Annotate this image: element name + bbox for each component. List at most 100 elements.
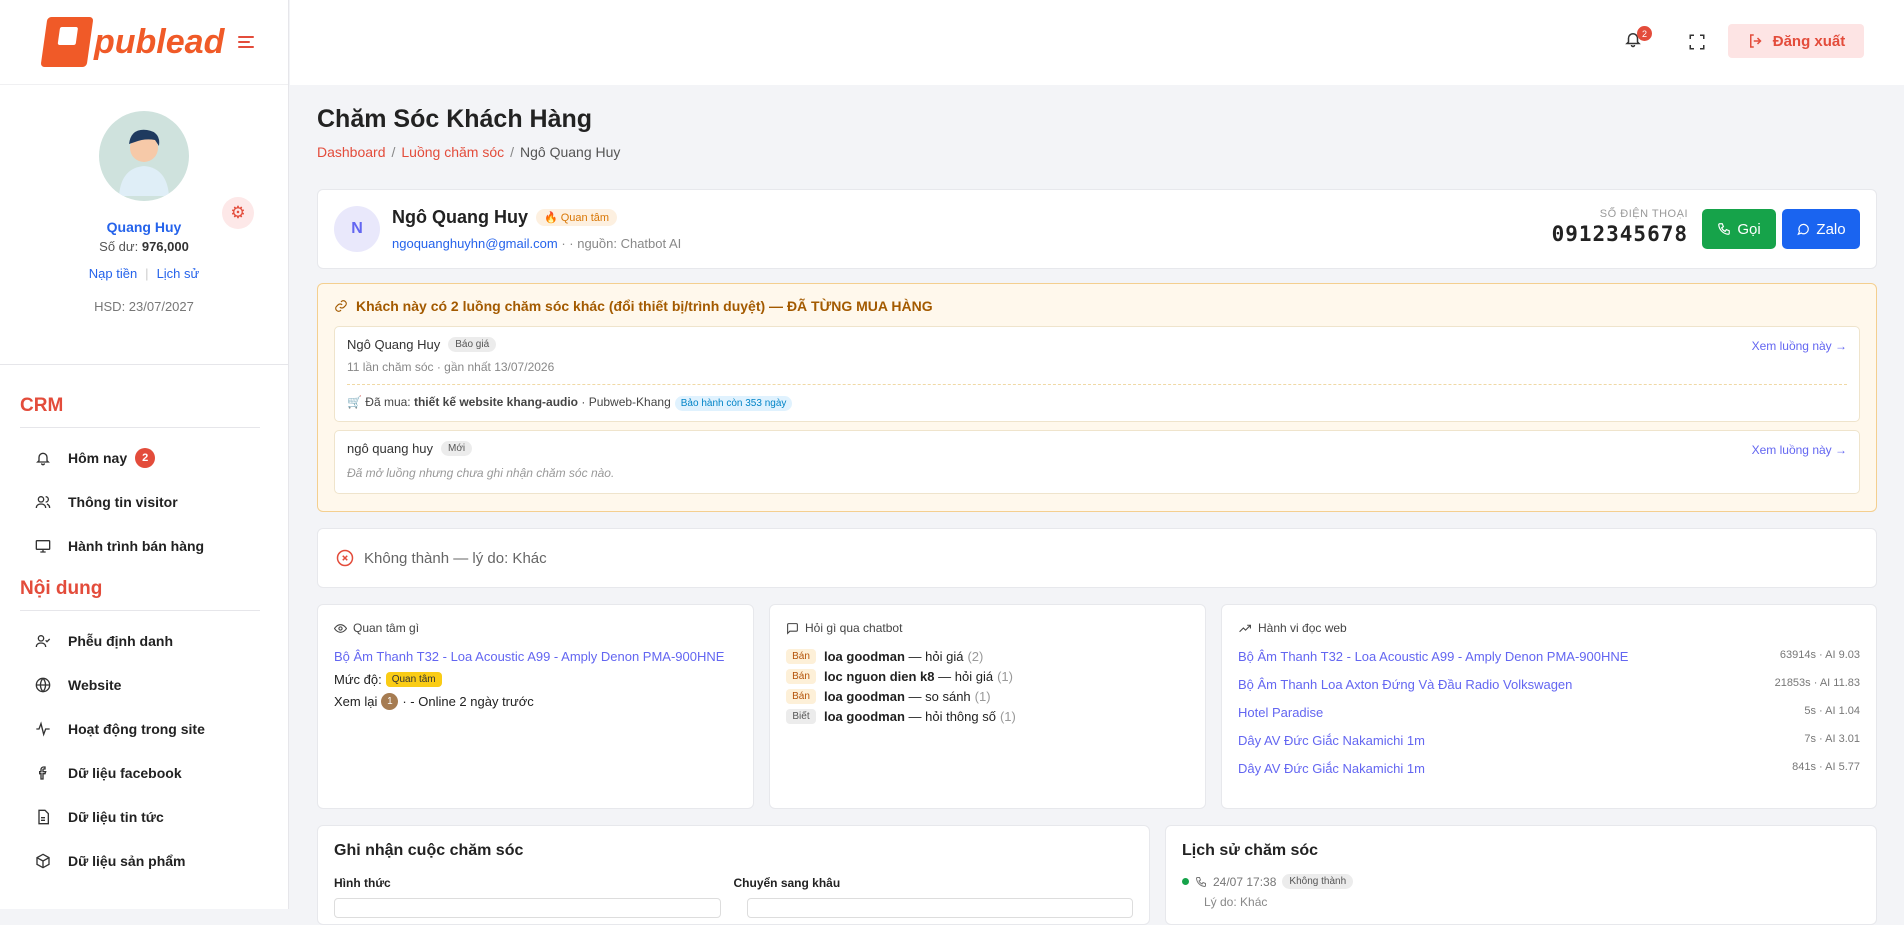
eye-icon xyxy=(334,623,347,633)
purchase-item: thiết kế website khang-audio xyxy=(413,395,579,409)
breadcrumb-dashboard[interactable]: Dashboard xyxy=(317,144,386,160)
flow-tag: Báo giá xyxy=(448,337,497,352)
flow-tag: Mới xyxy=(441,441,473,456)
nav-section-content: Nội dung xyxy=(20,568,260,611)
logout-icon xyxy=(1749,34,1762,48)
logo-bar: publead xyxy=(0,0,288,85)
read-page-link[interactable]: Bộ Âm Thanh T32 - Loa Acoustic A99 - Amp… xyxy=(1238,649,1628,664)
chatbot-question: Bán loa goodman — so sánh (1) xyxy=(786,689,1189,704)
expiry-date: HSD: 23/07/2027 xyxy=(94,299,194,314)
nav-item-products[interactable]: Dữ liệu sản phẩm xyxy=(20,839,260,883)
read-page-link[interactable]: Dây AV Đức Giắc Nakamichi 1m xyxy=(1238,733,1425,748)
flow-meta: 11 lần chăm sóc · gần nhất 13/07/2026 xyxy=(347,360,555,374)
flow-card: ngô quang huy Mới Đã mở luồng nhưng chưa … xyxy=(334,430,1860,494)
side-nav: CRM Hôm nay 2 Thông tin visitor Hành trìn… xyxy=(0,385,288,883)
settings-gear-icon[interactable]: ⚙ xyxy=(222,197,254,229)
form-type-select[interactable] xyxy=(334,898,721,918)
activity-icon xyxy=(34,720,52,738)
interest-tag: 🔥 Quan tâm xyxy=(536,209,618,226)
interest-title: Quan tâm gì xyxy=(353,621,420,635)
page-title: Chăm Sóc Khách Hàng xyxy=(317,105,593,133)
call-button[interactable]: Gọi xyxy=(1702,209,1776,249)
care-history: Lịch sử chăm sóc 24/07 17:38 Không thành … xyxy=(1165,825,1877,925)
reading-item: Dây AV Đức Giắc Nakamichi 1m 841s · AI 5.… xyxy=(1238,761,1860,776)
nav-item-today[interactable]: Hôm nay 2 xyxy=(20,436,260,480)
chatbot-question: Biết loa goodman — hỏi thông số (1) xyxy=(786,709,1189,724)
history-time: 24/07 17:38 xyxy=(1213,874,1277,889)
flow-card: Ngô Quang Huy Báo giá 11 lần chăm sóc · g… xyxy=(334,326,1860,422)
profile-card: ⚙ Quang Huy Số dư: 976,000 Nạp tiền | Lịch… xyxy=(0,85,288,365)
logout-button[interactable]: Đăng xuất xyxy=(1728,24,1864,58)
trending-up-icon xyxy=(1239,624,1251,632)
main-content: Chăm Sóc Khách Hàng Dashboard / Luồng chăm… xyxy=(317,85,1877,925)
history-status-badge: Không thành xyxy=(1282,874,1354,889)
view-flow-link[interactable]: Xem luồng này → xyxy=(1752,443,1847,457)
nav-item-site-activity[interactable]: Hoạt động trong site xyxy=(20,707,260,751)
nav-item-funnel[interactable]: Phễu định danh xyxy=(20,619,260,663)
flow-name: Ngô Quang Huy xyxy=(347,337,441,352)
breadcrumb-care-flow[interactable]: Luồng chăm sóc xyxy=(401,144,504,160)
record-care-form: Ghi nhận cuộc chăm sóc Hình thức Chuyển s… xyxy=(317,825,1150,925)
brand-name[interactable]: publead xyxy=(94,23,224,62)
chatbot-panel: Hỏi gì qua chatbot Bán loa goodman — hỏi … xyxy=(769,604,1206,809)
document-icon xyxy=(34,808,52,826)
breadcrumb-current: Ngô Quang Huy xyxy=(520,144,621,160)
read-page-link[interactable]: Dây AV Đức Giắc Nakamichi 1m xyxy=(1238,761,1425,776)
sidebar: publead ⚙ Quang Huy Số dư: 976,000 Nạp t… xyxy=(0,0,289,909)
brand-logo-icon xyxy=(40,17,94,67)
nav-section-crm: CRM xyxy=(20,385,260,428)
customer-card: N Ngô Quang Huy 🔥 Quan tâm ngoquanghuyhn@… xyxy=(317,189,1877,269)
zalo-button[interactable]: Zalo xyxy=(1782,209,1860,249)
view-flow-link[interactable]: Xem luồng này → xyxy=(1752,339,1847,353)
nav-item-news[interactable]: Dữ liệu tin tức xyxy=(20,795,260,839)
nav-item-facebook[interactable]: Dữ liệu facebook xyxy=(20,751,260,795)
chatbot-title: Hỏi gì qua chatbot xyxy=(805,621,903,635)
online-status: · - Online 2 ngày trước xyxy=(402,694,534,709)
customer-email[interactable]: ngoquanghuyhn@gmail.com xyxy=(392,236,558,251)
bell-icon xyxy=(34,449,52,467)
flow-note: Đã mở luồng nhưng chưa ghi nhận chăm sóc… xyxy=(347,466,615,480)
status-card: Không thành — lý do: Khác xyxy=(317,528,1877,588)
notification-bell-icon[interactable]: 2 xyxy=(1624,26,1652,52)
today-count-badge: 2 xyxy=(135,448,156,468)
nav-item-sales-journey[interactable]: Hành trình bán hàng xyxy=(20,524,260,568)
breadcrumb: Dashboard / Luồng chăm sóc / Ngô Quang Huy xyxy=(317,144,621,160)
reading-item: Dây AV Đức Giắc Nakamichi 1m 7s · AI 3.01 xyxy=(1238,733,1860,748)
phone-number: 0912345678 xyxy=(1551,222,1688,246)
fullscreen-icon[interactable] xyxy=(1688,33,1706,51)
topbar: 2 Đăng xuất xyxy=(290,0,1904,85)
chat-bubble-icon xyxy=(1797,223,1810,236)
history-link[interactable]: Lịch sử xyxy=(157,266,200,281)
duplicate-title: Khách này có 2 luồng chăm sóc khác (đổi … xyxy=(356,298,933,314)
reading-item: Bộ Âm Thanh T32 - Loa Acoustic A99 - Amp… xyxy=(1238,649,1860,664)
purchase-info: 🛒 Đã mua: thiết kế website khang-audio ·… xyxy=(347,384,1847,411)
customer-source: · · nguồn: Chatbot AI xyxy=(561,236,682,251)
interest-level-badge: Quan tâm xyxy=(385,672,442,687)
form-type-label: Hình thức xyxy=(334,876,391,890)
reading-item: Bộ Âm Thanh Loa Axton Đứng Và Đầu Radio … xyxy=(1238,677,1860,692)
balance-value: 976,000 xyxy=(141,239,189,254)
topup-link[interactable]: Nạp tiền xyxy=(89,266,137,281)
status-text: Không thành — lý do: Khác xyxy=(364,549,547,567)
users-icon xyxy=(34,493,52,511)
read-page-link[interactable]: Hotel Paradise xyxy=(1238,705,1323,720)
nav-item-website[interactable]: Website xyxy=(20,663,260,707)
monitor-icon xyxy=(34,537,52,555)
warranty-badge: Bảo hành còn 353 ngày xyxy=(674,396,793,411)
read-page-link[interactable]: Bộ Âm Thanh Loa Axton Đứng Và Đầu Radio … xyxy=(1238,677,1572,692)
stage-select[interactable] xyxy=(746,898,1133,918)
duplicate-flows-alert: Khách này có 2 luồng chăm sóc khác (đổi … xyxy=(317,283,1877,512)
menu-toggle-icon[interactable] xyxy=(238,36,255,48)
phone-icon xyxy=(1718,223,1731,235)
phone-label: SỐ ĐIỆN THOẠI xyxy=(1599,208,1688,220)
history-reason: Lý do: Khác xyxy=(1204,895,1268,909)
message-icon xyxy=(787,622,798,635)
balance: Số dư: 976,000 xyxy=(99,239,189,254)
stage-label: Chuyển sang khâu xyxy=(733,876,841,890)
link-icon xyxy=(335,300,347,312)
customer-name: Ngô Quang Huy xyxy=(392,207,528,227)
interest-panel: Quan tâm gì Bộ Âm Thanh T32 - Loa Acoust… xyxy=(317,604,754,809)
profile-links: Nạp tiền | Lịch sử xyxy=(88,266,200,281)
interest-product-link[interactable]: Bộ Âm Thanh T32 - Loa Acoustic A99 - Amp… xyxy=(334,649,737,664)
nav-item-visitor[interactable]: Thông tin visitor xyxy=(20,480,260,524)
